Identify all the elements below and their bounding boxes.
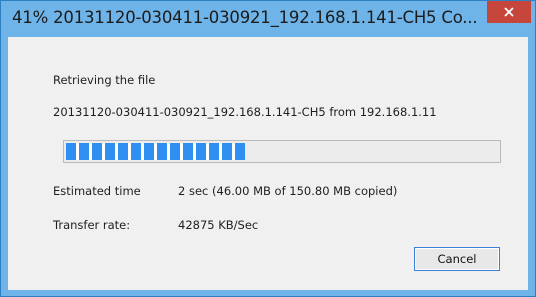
dialog-body: Retrieving the file 20131120-030411-0309…	[8, 37, 528, 290]
close-icon	[504, 7, 514, 17]
transfer-rate-label: Transfer rate:	[53, 218, 131, 232]
window-title: 41% 20131120-030411-030921_192.168.1.141…	[12, 8, 478, 27]
progress-bar-fill	[66, 143, 245, 160]
cancel-button[interactable]: Cancel	[414, 247, 500, 271]
retrieving-heading: Retrieving the file	[53, 73, 156, 87]
progress-bar	[63, 140, 501, 163]
file-source-text: 20131120-030411-030921_192.168.1.141-CH5…	[53, 105, 437, 119]
file-transfer-dialog: 41% 20131120-030411-030921_192.168.1.141…	[0, 0, 536, 297]
estimated-time-label: Estimated time	[53, 184, 141, 198]
estimated-time-value: 2 sec (46.00 MB of 150.80 MB copied)	[178, 184, 398, 198]
title-bar[interactable]: 41% 20131120-030411-030921_192.168.1.141…	[1, 1, 535, 37]
close-button[interactable]	[487, 1, 531, 23]
transfer-rate-value: 42875 KB/Sec	[178, 218, 259, 232]
